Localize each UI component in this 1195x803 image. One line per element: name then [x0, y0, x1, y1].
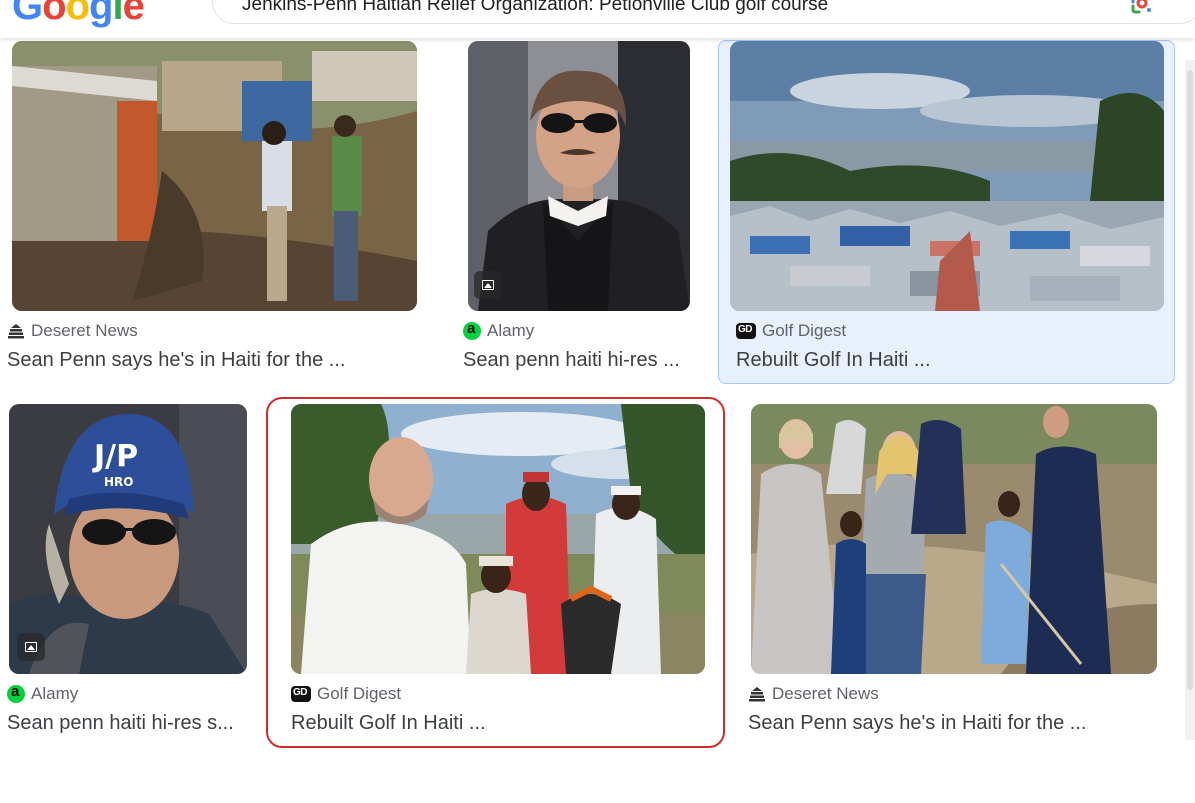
svg-text:J/P: J/P [92, 439, 138, 474]
result-source-label: Alamy [487, 321, 535, 340]
highlight-annotation [266, 397, 725, 748]
result-title[interactable]: Sean penn haiti hi-res ... [463, 349, 680, 372]
alamy-icon [7, 683, 25, 703]
result-source[interactable]: Alamy [463, 320, 535, 341]
result-source[interactable]: Deseret News [7, 321, 138, 341]
tent-camp-hillside-photo [12, 41, 417, 311]
svg-text:HRO: HRO [104, 475, 133, 489]
result-thumbnail[interactable] [730, 41, 1164, 311]
google-logo[interactable]: Google [12, 0, 145, 26]
deseret-news-icon [749, 687, 765, 702]
result-source[interactable]: Golf Digest [736, 321, 846, 341]
result-title[interactable]: Sean penn haiti hi-res s... [7, 712, 234, 735]
alamy-icon [463, 320, 481, 340]
result-thumbnail[interactable]: J/P HRO [9, 404, 247, 674]
tent-city-panorama-photo [730, 41, 1164, 311]
result-thumbnail[interactable] [12, 41, 417, 311]
result-source-label: Deseret News [772, 684, 879, 703]
golf-digest-icon [736, 323, 756, 339]
google-lens-icon[interactable] [1130, 0, 1154, 14]
search-input[interactable]: Jenkins-Penn Haitian Relief Organization… [242, 0, 828, 16]
image-badge-icon [474, 271, 502, 299]
result-source-label: Deseret News [31, 321, 138, 340]
group-walking-dirt-path-photo [751, 404, 1157, 674]
search-header: Google Jenkins-Penn Haitian Relief Organ… [0, 0, 1195, 38]
sean-penn-jp-hro-cap-photo: J/P HRO [9, 404, 247, 674]
result-title[interactable]: Sean Penn says he's in Haiti for the ... [7, 349, 345, 372]
deseret-news-icon [8, 324, 24, 339]
result-title[interactable]: Sean Penn says he's in Haiti for the ... [748, 712, 1086, 735]
result-source[interactable]: Deseret News [748, 684, 879, 704]
result-thumbnail[interactable] [751, 404, 1157, 674]
result-source-label: Alamy [31, 684, 79, 703]
sean-penn-portrait-photo [468, 41, 690, 311]
result-thumbnail[interactable] [468, 41, 690, 311]
result-source-label: Golf Digest [762, 321, 847, 340]
result-title[interactable]: Rebuilt Golf In Haiti ... [736, 349, 931, 372]
scrollbar-thumb[interactable] [1187, 70, 1193, 690]
result-source[interactable]: Alamy [7, 683, 79, 704]
image-search-results-page: Google Jenkins-Penn Haitian Relief Organ… [0, 0, 1195, 803]
image-badge-icon [17, 633, 45, 661]
